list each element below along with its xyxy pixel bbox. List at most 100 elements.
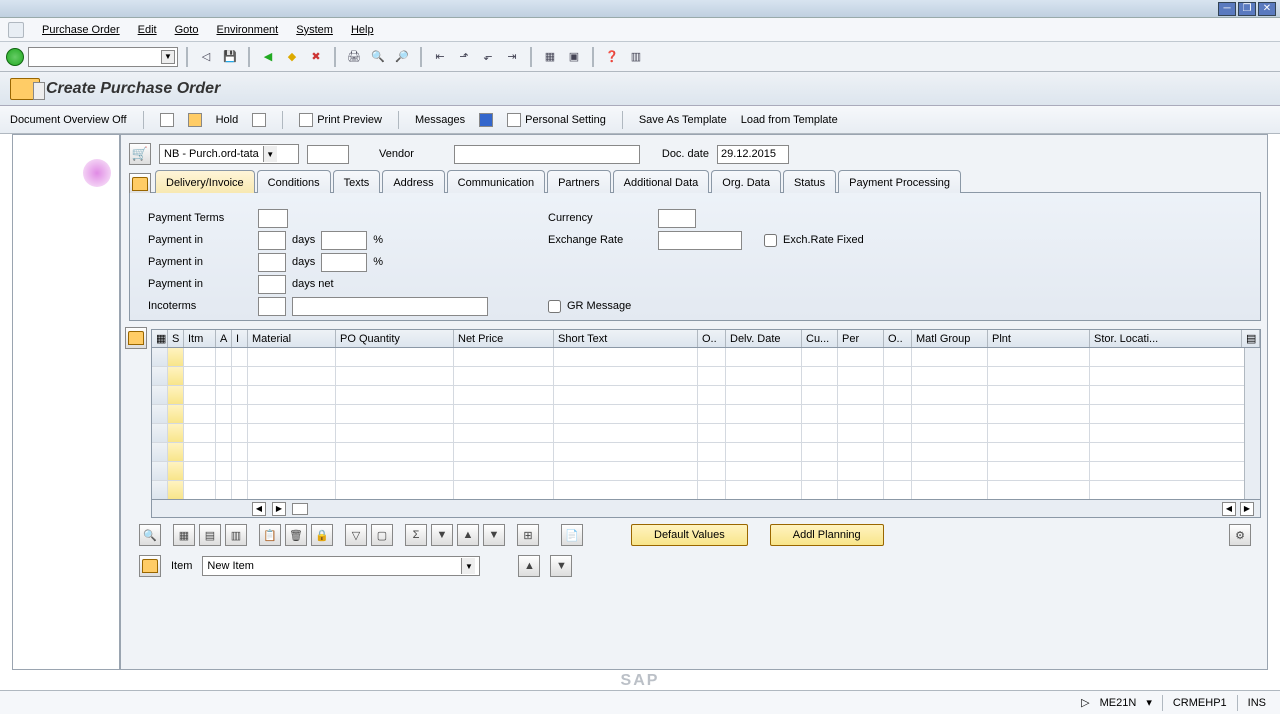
item-select[interactable]: New Item ▼ [202,556,480,576]
hscroll-right2-icon[interactable]: ▶ [1240,502,1254,516]
personal-setting-button[interactable]: Personal Setting [507,113,606,127]
payment-in-2-days[interactable] [258,253,286,272]
incoterms-text-input[interactable] [292,297,488,316]
table-row[interactable] [152,367,1260,386]
exch-rate-fixed-checkbox[interactable] [764,234,777,247]
grid-layout-icon[interactable]: ▥ [225,524,247,546]
default-values-button[interactable]: Default Values [631,524,748,546]
copy-item-icon[interactable]: 📋 [259,524,281,546]
table-row[interactable] [152,424,1260,443]
minimize-button[interactable]: ─ [1218,2,1236,16]
col-i[interactable]: I [232,330,248,347]
menu-environment[interactable]: Environment [216,24,278,36]
col-config-icon[interactable]: ▤ [1242,330,1260,347]
item-prev-icon[interactable]: ▲ [518,555,540,577]
payment-in-3-days[interactable] [258,275,286,294]
tab-conditions[interactable]: Conditions [257,170,331,194]
payment-in-1-days[interactable] [258,231,286,250]
filter-icon[interactable]: ▽ [345,524,367,546]
back-green-icon[interactable]: ◀ [258,47,278,67]
print-preview-button[interactable]: Print Preview [299,113,382,127]
table-row[interactable] [152,405,1260,424]
header-expand-button[interactable]: 🛒 [129,143,151,165]
tab-texts[interactable]: Texts [333,170,381,194]
col-o[interactable]: O.. [698,330,726,347]
payment-terms-input[interactable] [258,209,288,228]
deselect-all-icon[interactable]: ▤ [199,524,221,546]
print-icon[interactable]: 🖨 [344,47,364,67]
tab-address[interactable]: Address [382,170,444,194]
next-page-icon[interactable]: ⬐ [478,47,498,67]
info-icon[interactable] [479,113,493,127]
tab-payment-processing[interactable]: Payment Processing [838,170,961,194]
exit-icon[interactable]: ◆ [282,47,302,67]
find-icon[interactable]: 🔍 [368,47,388,67]
item-detail-toggle[interactable]: 🔍 [139,524,161,546]
doc-date-input[interactable] [717,145,789,164]
hscroll-left-icon[interactable]: ◀ [252,502,266,516]
item-config-icon[interactable]: ⚙ [1229,524,1251,546]
hscroll-left2-icon[interactable]: ◀ [1222,502,1236,516]
delete-item-icon[interactable]: 🗑 [285,524,307,546]
currency-input[interactable] [658,209,696,228]
filter2-icon[interactable]: ▼ [431,524,453,546]
back-icon[interactable]: ◁ [196,47,216,67]
col-itm[interactable]: Itm [184,330,216,347]
menu-system[interactable]: System [296,24,333,36]
menu-edit[interactable]: Edit [138,24,157,36]
item-detail-expand[interactable] [139,555,161,577]
tab-additional-data[interactable]: Additional Data [613,170,710,194]
sort-desc-icon[interactable]: ▼ [483,524,505,546]
enter-icon[interactable] [6,48,24,66]
restore-button[interactable]: ❐ [1238,2,1256,16]
check-icon[interactable] [252,113,266,127]
sort-icon[interactable]: ▢ [371,524,393,546]
prev-page-icon[interactable]: ⬏ [454,47,474,67]
table-row[interactable] [152,462,1260,481]
table-row[interactable] [152,443,1260,462]
col-delv-date[interactable]: Delv. Date [726,330,802,347]
incoterms-code-input[interactable] [258,297,286,316]
hscroll-thumb[interactable] [292,503,308,515]
payment-in-2-pct[interactable] [321,253,367,272]
menu-goto[interactable]: Goto [175,24,199,36]
tab-communication[interactable]: Communication [447,170,545,194]
menu-help[interactable]: Help [351,24,374,36]
col-material[interactable]: Material [248,330,336,347]
grid-vscroll[interactable] [1244,348,1260,499]
col-o2[interactable]: O.. [884,330,912,347]
help-icon[interactable]: ❓ [602,47,622,67]
command-field[interactable]: ▼ [28,47,178,67]
create-session-icon[interactable]: ▦ [540,47,560,67]
col-short-text[interactable]: Short Text [554,330,698,347]
layout-icon[interactable]: ▥ [626,47,646,67]
col-plnt[interactable]: Plnt [988,330,1090,347]
col-select-all[interactable]: ▦ [152,330,168,347]
sort-asc-icon[interactable]: ▲ [457,524,479,546]
save-icon[interactable]: 💾 [220,47,240,67]
tab-org-data[interactable]: Org. Data [711,170,781,194]
col-po-qty[interactable]: PO Quantity [336,330,454,347]
expand-icon[interactable]: ⊞ [517,524,539,546]
item-overview-toggle[interactable] [125,327,147,349]
payment-in-1-pct[interactable] [321,231,367,250]
col-net-price[interactable]: Net Price [454,330,554,347]
other-po-icon[interactable] [188,113,202,127]
tab-delivery-invoice[interactable]: Delivery/Invoice [155,170,255,194]
save-as-template-button[interactable]: Save As Template [639,114,727,126]
doc-type-select[interactable]: NB - Purch.ord-tata▼ [159,144,299,164]
load-from-template-button[interactable]: Load from Template [741,114,838,126]
tab-partners[interactable]: Partners [547,170,611,194]
close-button[interactable]: ✕ [1258,2,1276,16]
col-cu[interactable]: Cu... [802,330,838,347]
subtotal-icon[interactable]: Σ [405,524,427,546]
addl-planning-button[interactable]: Addl Planning [770,524,884,546]
lock-icon[interactable]: 🔒 [311,524,333,546]
first-page-icon[interactable]: ⇤ [430,47,450,67]
col-a[interactable]: A [216,330,232,347]
cancel-icon[interactable]: ✖ [306,47,326,67]
col-matl-group[interactable]: Matl Group [912,330,988,347]
header-tabs-toggle[interactable] [129,173,151,195]
create-icon[interactable] [160,113,174,127]
col-stor-loc[interactable]: Stor. Locati... [1090,330,1242,347]
